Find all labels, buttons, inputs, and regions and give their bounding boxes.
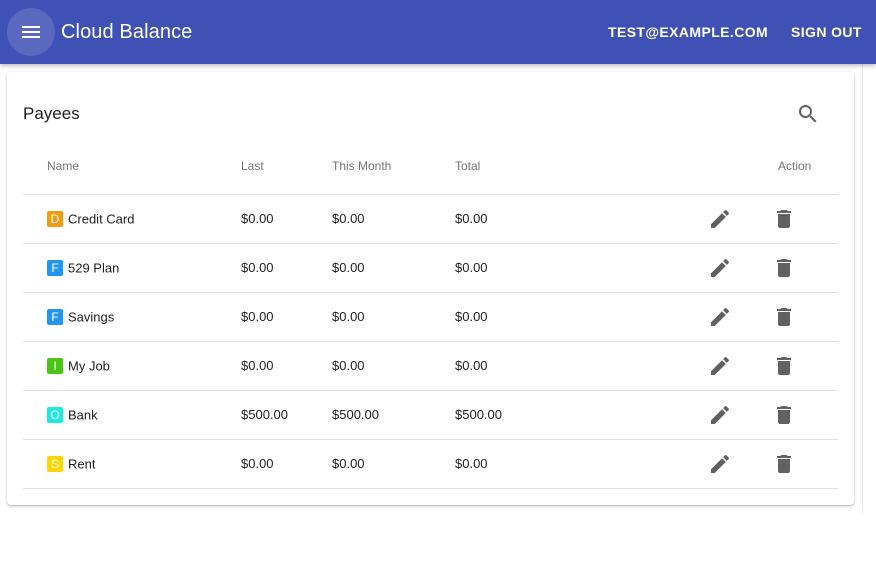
delete-icon xyxy=(772,305,796,329)
payee-name: Credit Card xyxy=(68,211,135,227)
payee-type-badge: O xyxy=(47,406,63,423)
last-amount: $0.00 xyxy=(241,456,274,471)
edit-button[interactable] xyxy=(700,342,740,390)
table-row: S Rent $0.00 $0.00 $0.00 xyxy=(23,440,838,489)
this-month-amount: $0.00 xyxy=(332,456,365,471)
payee-name: Rent xyxy=(68,456,96,472)
column-header-action: Action xyxy=(778,159,812,173)
delete-button[interactable] xyxy=(764,440,804,488)
edit-button[interactable] xyxy=(700,440,740,488)
user-account-button[interactable]: TEST@EXAMPLE.COM xyxy=(608,0,768,64)
payee-name-cell: D Credit Card xyxy=(47,195,134,243)
payee-name: Savings xyxy=(68,309,115,325)
app-bar: Cloud Balance TEST@EXAMPLE.COM SIGN OUT xyxy=(0,0,876,64)
menu-icon xyxy=(22,26,40,38)
table-row: I My Job $0.00 $0.00 $0.00 xyxy=(23,342,838,391)
payee-type-badge: F xyxy=(47,308,63,325)
this-month-amount: $0.00 xyxy=(332,211,365,226)
last-amount: $0.00 xyxy=(241,260,274,275)
payee-name: My Job xyxy=(68,358,110,374)
edit-button[interactable] xyxy=(700,195,740,243)
this-month-amount: $0.00 xyxy=(332,358,365,373)
this-month-amount: $0.00 xyxy=(332,260,365,275)
total-amount: $0.00 xyxy=(455,309,488,324)
last-amount: $500.00 xyxy=(241,407,288,422)
last-amount: $0.00 xyxy=(241,211,274,226)
delete-icon xyxy=(772,207,796,231)
payee-type-badge: I xyxy=(47,357,63,374)
edit-button[interactable] xyxy=(700,244,740,292)
this-month-amount: $0.00 xyxy=(332,309,365,324)
total-amount: $500.00 xyxy=(455,407,502,422)
payee-name: Bank xyxy=(68,407,98,423)
payee-name: 529 Plan xyxy=(68,260,120,276)
delete-button[interactable] xyxy=(764,244,804,292)
search-button[interactable] xyxy=(784,90,832,138)
payee-type-badge: D xyxy=(47,210,63,227)
payees-card: Payees Name Last This Month Total Action… xyxy=(7,72,854,505)
total-amount: $0.00 xyxy=(455,358,488,373)
delete-button[interactable] xyxy=(764,342,804,390)
payee-name-cell: I My Job xyxy=(47,342,110,390)
column-header-name[interactable]: Name xyxy=(47,142,79,195)
total-amount: $0.00 xyxy=(455,456,488,471)
edit-icon xyxy=(708,256,732,280)
edit-icon xyxy=(708,403,732,427)
table-row: F Savings $0.00 $0.00 $0.00 xyxy=(23,293,838,342)
table-row: O Bank $500.00 $500.00 $500.00 xyxy=(23,391,838,440)
last-amount: $0.00 xyxy=(241,309,274,324)
payee-name-cell: S Rent xyxy=(47,440,95,488)
total-amount: $0.00 xyxy=(455,260,488,275)
menu-button[interactable] xyxy=(7,8,55,56)
page-title: Payees xyxy=(23,104,80,123)
delete-button[interactable] xyxy=(764,195,804,243)
column-header-last[interactable]: Last xyxy=(241,142,264,195)
delete-button[interactable] xyxy=(764,391,804,439)
scrollbar-track[interactable] xyxy=(862,64,876,514)
delete-icon xyxy=(772,403,796,427)
this-month-amount: $500.00 xyxy=(332,407,379,422)
edit-icon xyxy=(708,452,732,476)
edit-icon xyxy=(708,354,732,378)
payees-table: Name Last This Month Total Action D Credi… xyxy=(23,142,838,489)
payee-name-cell: O Bank xyxy=(47,391,98,439)
payee-name-cell: F 529 Plan xyxy=(47,244,119,292)
search-icon xyxy=(799,105,817,123)
last-amount: $0.00 xyxy=(241,358,274,373)
edit-icon xyxy=(708,207,732,231)
delete-button[interactable] xyxy=(764,293,804,341)
total-amount: $0.00 xyxy=(455,211,488,226)
edit-button[interactable] xyxy=(700,293,740,341)
table-header: Name Last This Month Total Action xyxy=(23,142,838,195)
delete-icon xyxy=(772,354,796,378)
table-row: F 529 Plan $0.00 $0.00 $0.00 xyxy=(23,244,838,293)
delete-icon xyxy=(772,256,796,280)
payee-type-badge: F xyxy=(47,259,63,276)
app-title: Cloud Balance xyxy=(61,21,193,43)
payee-name-cell: F Savings xyxy=(47,293,114,341)
edit-button[interactable] xyxy=(700,391,740,439)
table-row: D Credit Card $0.00 $0.00 $0.00 xyxy=(23,195,838,244)
delete-icon xyxy=(772,452,796,476)
column-header-this-month[interactable]: This Month xyxy=(332,142,391,195)
column-header-total[interactable]: Total xyxy=(455,142,480,195)
edit-icon xyxy=(708,305,732,329)
payee-type-badge: S xyxy=(47,455,63,472)
sign-out-button[interactable]: SIGN OUT xyxy=(791,0,862,64)
